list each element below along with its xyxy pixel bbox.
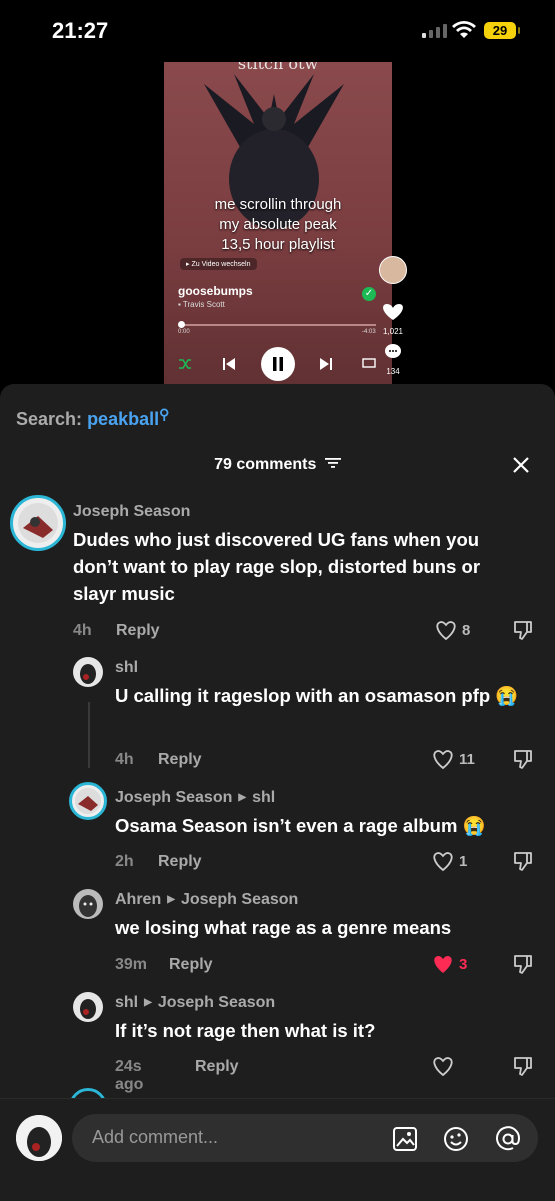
avatar[interactable] <box>10 495 66 551</box>
comment-text: U calling it rageslop with an osamason p… <box>115 685 519 706</box>
comment-time: 4h <box>115 751 134 768</box>
avatar[interactable] <box>69 782 107 820</box>
progress-bar[interactable] <box>180 324 376 326</box>
clock: 21:27 <box>52 18 109 43</box>
avatar[interactable] <box>73 657 103 687</box>
comment-author[interactable]: Ahren ▶ Joseph Season <box>115 891 298 909</box>
comment-time: 39m <box>115 956 148 973</box>
comment-time: 4h <box>73 622 92 639</box>
thread-line <box>88 702 90 768</box>
video-caption: me scrollin through my absolute peak 13,… <box>164 195 392 255</box>
comment-text: Osama Season isn’t even a rage album 😭 <box>115 815 486 836</box>
image-icon[interactable] <box>392 1126 418 1152</box>
comment-text: If it’s not rage then what is it? <box>115 1020 376 1041</box>
video-like-count: 1,021 <box>382 327 404 336</box>
comments-count: 79 comments <box>214 456 317 473</box>
check-icon: ✓ <box>362 287 376 301</box>
song-artist: ▪ Travis Scott <box>178 300 225 309</box>
sort-icon[interactable] <box>324 457 341 469</box>
song-title: goosebumps <box>178 284 253 298</box>
mention-icon[interactable] <box>494 1126 522 1152</box>
comment-time: 2h <box>115 853 134 870</box>
time-start: 0:00 <box>178 329 190 335</box>
close-icon[interactable] <box>512 456 530 474</box>
comment-text: we losing what rage as a genre means <box>115 917 452 938</box>
like-count: 11 <box>459 751 475 768</box>
author-name[interactable]: Joseph Season <box>115 789 232 806</box>
video-side-actions: 1,021 134 <box>377 256 409 376</box>
wifi-icon <box>452 21 476 38</box>
heart-icon[interactable] <box>431 850 455 872</box>
reply-arrow-icon: ▶ <box>144 997 152 1008</box>
heart-filled-icon[interactable] <box>431 953 455 975</box>
caption-line: 13,5 hour playlist <box>221 236 335 253</box>
previous-icon[interactable] <box>222 357 236 371</box>
artist-label: Travis Scott <box>182 300 225 309</box>
video-comment-count: 134 <box>386 367 400 376</box>
dislike-icon[interactable] <box>511 1054 535 1078</box>
caption-line: me scrollin through <box>214 196 342 213</box>
reply-button[interactable]: Reply <box>158 853 202 871</box>
creator-avatar[interactable] <box>379 256 407 284</box>
devices-icon[interactable] <box>362 357 376 371</box>
comment-input-bar: Add comment... <box>0 1098 555 1201</box>
dislike-icon[interactable] <box>511 618 535 642</box>
search-icon[interactable]: ⚲ <box>159 406 169 422</box>
like-count: 8 <box>462 622 471 639</box>
reply-arrow-icon: ▶ <box>238 792 247 803</box>
heart-icon[interactable] <box>377 302 409 322</box>
status-bar: 21:27 29 <box>0 0 555 60</box>
reply-button[interactable]: Reply <box>195 1058 239 1076</box>
battery-icon: 29 <box>484 22 520 39</box>
reply-button[interactable]: Reply <box>116 622 160 640</box>
comment-author[interactable]: shl <box>115 659 138 677</box>
comment-icon[interactable] <box>377 342 409 362</box>
reply-to-name[interactable]: Joseph Season <box>158 994 275 1011</box>
progress-handle[interactable] <box>178 321 185 328</box>
dislike-icon[interactable] <box>511 849 535 873</box>
dislike-icon[interactable] <box>511 747 535 771</box>
comment-text: Dudes who just discovered UG fans when y… <box>73 529 481 604</box>
avatar[interactable] <box>73 889 103 919</box>
comment-placeholder: Add comment... <box>92 1127 219 1147</box>
my-avatar[interactable] <box>16 1115 62 1161</box>
pause-button[interactable] <box>261 347 295 381</box>
shuffle-icon[interactable] <box>178 357 192 371</box>
comments-header[interactable]: 79 comments <box>0 456 555 474</box>
reply-button[interactable]: Reply <box>169 956 213 974</box>
comment-input[interactable]: Add comment... <box>72 1114 538 1162</box>
search-query[interactable]: peakball <box>87 409 159 429</box>
switch-to-video-button[interactable]: ▸ Zu Video wechseln <box>180 258 257 270</box>
switch-label: Zu Video wechseln <box>191 261 251 268</box>
search-suggestion[interactable]: Search: peakball⚲ <box>16 406 169 430</box>
emoji-icon[interactable] <box>442 1126 470 1152</box>
time-end: -4:03 <box>362 329 376 335</box>
search-label: Search: <box>16 409 83 429</box>
next-icon[interactable] <box>319 357 333 371</box>
like-count: 1 <box>459 853 468 870</box>
heart-icon[interactable] <box>431 1055 455 1077</box>
video-player[interactable]: stitch otw me scrollin through my absolu… <box>164 62 392 392</box>
comment-author[interactable]: Joseph Season <box>73 503 190 521</box>
cellular-signal-icon <box>422 24 447 38</box>
reply-button[interactable]: Reply <box>158 751 202 769</box>
avatar[interactable] <box>73 992 103 1022</box>
like-count: 3 <box>459 956 468 973</box>
pause-icon <box>273 357 283 371</box>
comment-author[interactable]: shl ▶ Joseph Season <box>115 994 275 1012</box>
reply-arrow-icon: ▶ <box>167 894 175 905</box>
caption-line: my absolute peak <box>219 216 337 233</box>
comment-time: 24s ago <box>115 1058 144 1093</box>
reply-to-name[interactable]: Joseph Season <box>181 891 298 908</box>
comment-author[interactable]: Joseph Season ▶ shl <box>115 789 275 807</box>
dislike-icon[interactable] <box>511 952 535 976</box>
heart-icon[interactable] <box>434 619 458 641</box>
author-name[interactable]: shl <box>115 994 138 1011</box>
reply-to-name[interactable]: shl <box>252 789 275 806</box>
heart-icon[interactable] <box>431 748 455 770</box>
author-name[interactable]: Ahren <box>115 891 161 908</box>
